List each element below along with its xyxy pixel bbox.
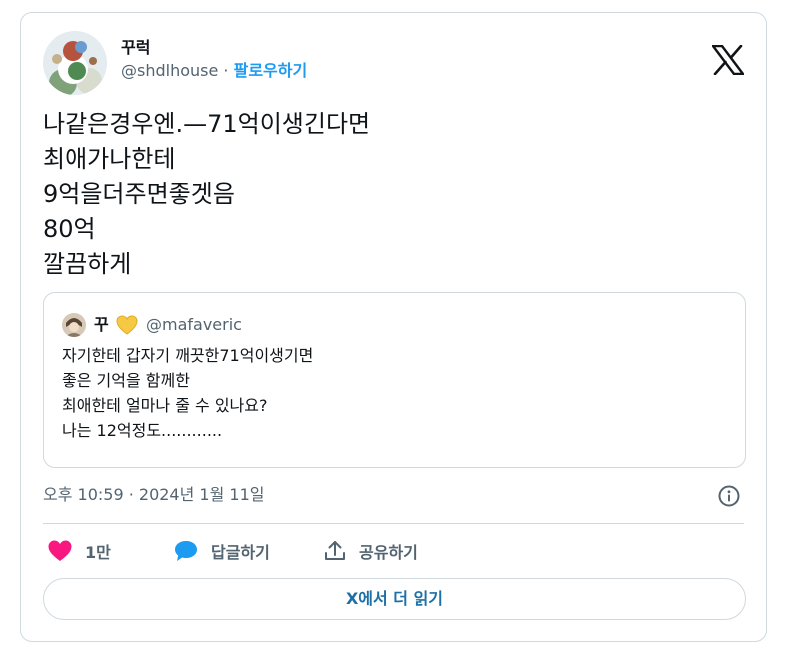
quoted-tweet-text: 자기한테 갑자기 깨끗한71억이생기면 좋은 기억을 함께한 최애한테 얼마나 … xyxy=(62,343,727,443)
read-more-button[interactable]: X에서 더 읽기 xyxy=(43,578,746,620)
quoted-text-line: 자기한테 갑자기 깨끗한71억이생기면 xyxy=(62,346,314,365)
quoted-author-avatar xyxy=(62,313,86,337)
quoted-author-handle: @mafaveric xyxy=(146,315,242,334)
quoted-avatar-image xyxy=(62,313,86,337)
tweet-text: 나같은경우엔.—71억이생긴다면 최애가나한테 9억을더주면좋겟음 80억 깔끔… xyxy=(43,107,744,282)
share-button[interactable]: 공유하기 xyxy=(323,537,418,565)
avatar-image xyxy=(43,31,107,95)
like-count: 1만 xyxy=(85,543,111,562)
heart-icon xyxy=(48,540,72,561)
share-label: 공유하기 xyxy=(359,543,418,562)
tweet-actions: 1만 답글하기 공유하기 xyxy=(43,537,744,565)
quoted-tweet[interactable]: 꾸 @mafaveric 자기한테 갑자기 깨끗한71억이생기면 좋은 기억을 … xyxy=(43,292,746,468)
tweet-text-line: 80억 xyxy=(43,215,96,243)
quoted-text-line: 좋은 기억을 함께한 xyxy=(62,371,190,390)
author-avatar[interactable] xyxy=(43,31,107,95)
handle-separator: · xyxy=(223,61,229,80)
share-icon xyxy=(325,541,345,560)
yellow-heart-icon xyxy=(116,315,138,335)
actions-divider xyxy=(43,523,744,524)
author-display-name[interactable]: 꾸럭 xyxy=(121,37,307,59)
tweet-timestamp[interactable]: 오후 10:59 · 2024년 1월 11일 xyxy=(43,483,264,507)
quoted-text-line: 최애한테 얼마나 줄 수 있나요? xyxy=(62,396,268,415)
reply-label: 답글하기 xyxy=(211,543,270,562)
author-handle-row: @shdlhouse · 팔로우하기 xyxy=(121,59,307,83)
quoted-text-line: 나는 12억정도............ xyxy=(62,421,223,440)
tweet-header: 꾸럭 @shdlhouse · 팔로우하기 xyxy=(43,31,745,95)
speech-bubble-icon xyxy=(175,541,197,561)
tweet-text-line: 9억을더주면좋겟음 xyxy=(43,180,235,208)
info-icon[interactable] xyxy=(718,485,740,507)
like-button[interactable]: 1만 xyxy=(47,537,111,565)
tweet-text-line: 깔끔하게 xyxy=(43,250,132,278)
tweet-card: 꾸럭 @shdlhouse · 팔로우하기 나같은경우엔.—71억이생긴다면 최… xyxy=(20,12,767,642)
author-handle[interactable]: @shdlhouse xyxy=(121,61,218,80)
author-info: 꾸럭 @shdlhouse · 팔로우하기 xyxy=(121,37,307,83)
tweet-text-line: 최애가나한테 xyxy=(43,145,176,173)
reply-button[interactable]: 답글하기 xyxy=(173,537,270,565)
x-logo-icon[interactable] xyxy=(711,44,745,76)
follow-button[interactable]: 팔로우하기 xyxy=(234,61,308,80)
tweet-text-line: 나같은경우엔.—71억이생긴다면 xyxy=(43,110,371,138)
quoted-author-name: 꾸 xyxy=(94,315,109,334)
